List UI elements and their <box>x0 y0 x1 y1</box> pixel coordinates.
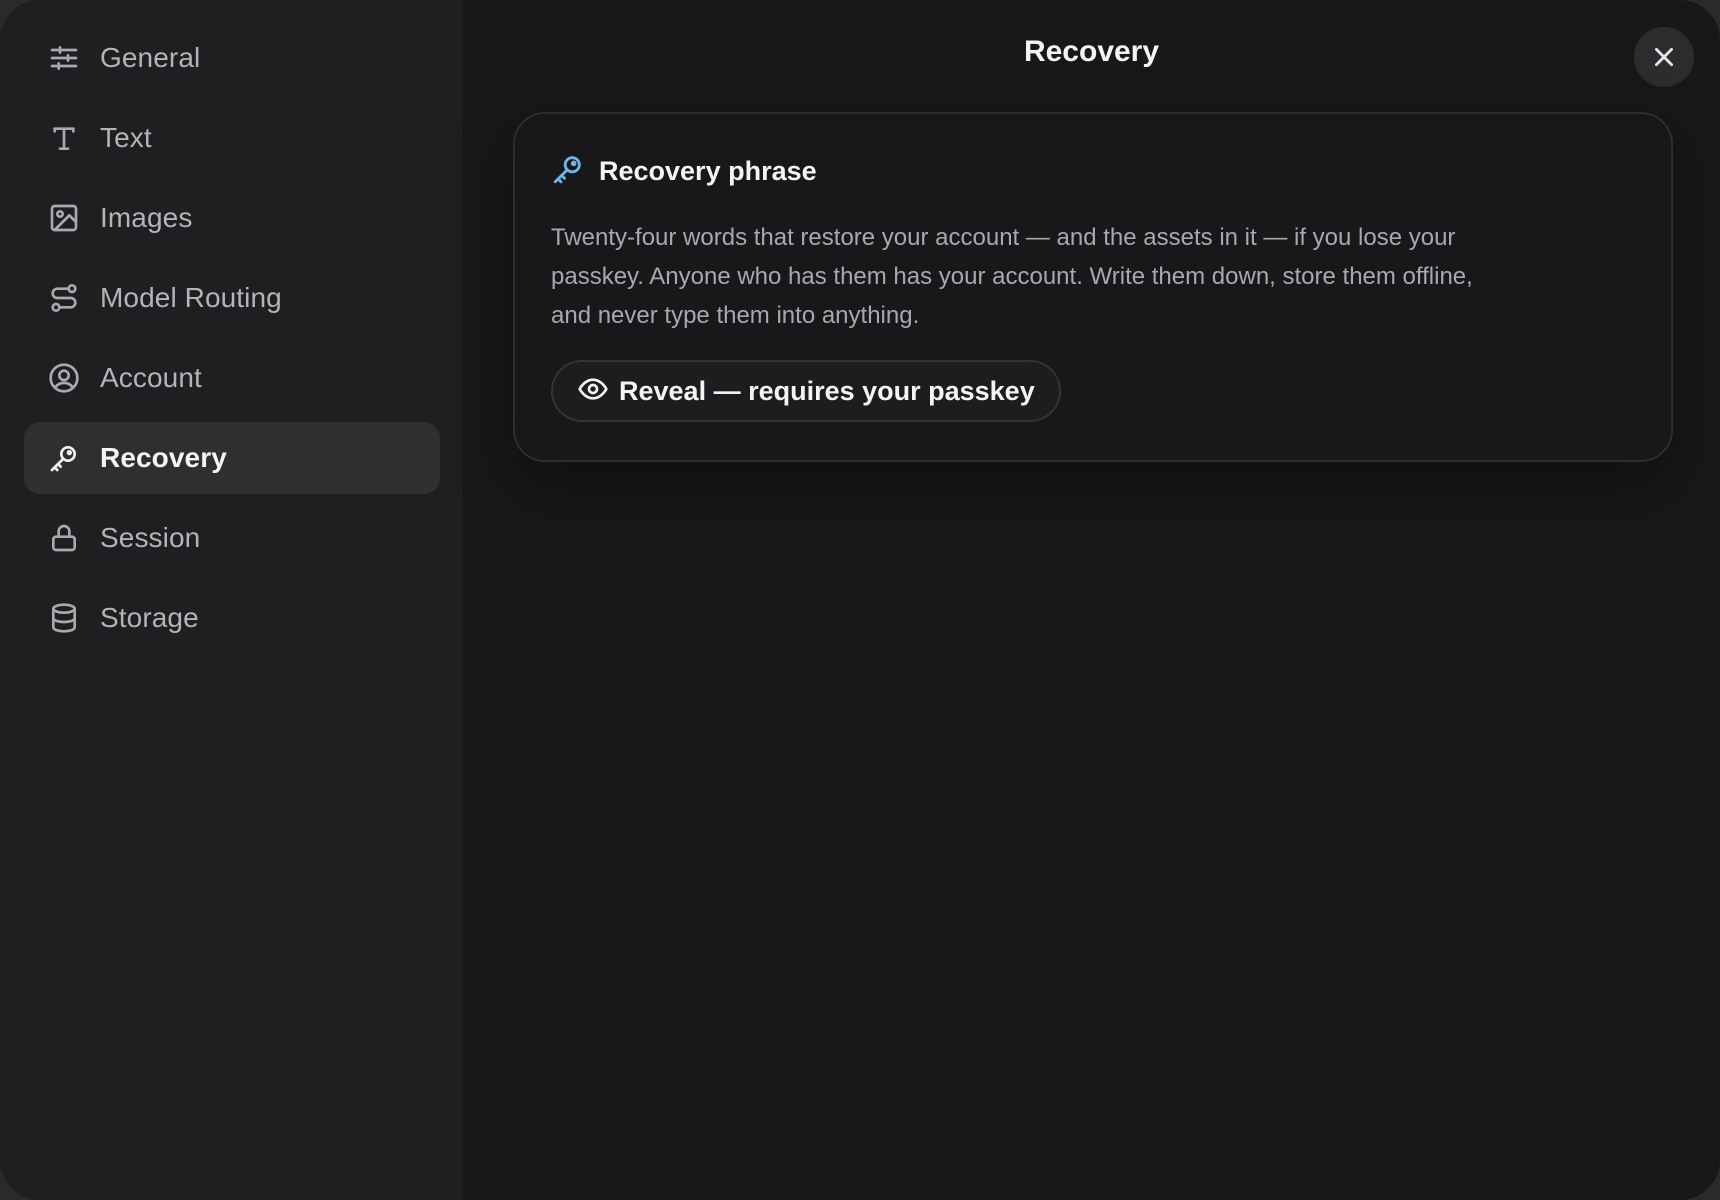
sidebar-item-label: Session <box>100 522 201 553</box>
sidebar-item-label: Recovery <box>100 442 227 473</box>
page-title: Recovery <box>1023 35 1160 68</box>
close-icon <box>1655 48 1673 66</box>
sidebar-item-text[interactable]: Text <box>24 102 440 174</box>
sidebar-item-label: General <box>100 42 201 73</box>
main-panel: Recovery Recovery phrase Twenty-four wor… <box>463 0 1720 1200</box>
settings-window: General Text Images Model Routing Accoun… <box>0 0 1720 1200</box>
image-icon <box>48 202 80 234</box>
sidebar-item-account[interactable]: Account <box>24 342 440 414</box>
sliders-icon <box>48 42 80 74</box>
lock-icon <box>48 522 80 554</box>
sidebar-item-label: Account <box>100 362 202 393</box>
sidebar-item-label: Storage <box>100 602 199 633</box>
database-icon <box>48 602 80 634</box>
recovery-phrase-card: Recovery phrase Twenty-four words that r… <box>513 112 1673 462</box>
card-description: Twenty-four words that restore your acco… <box>551 224 1473 329</box>
reveal-button[interactable]: Reveal — requires your passkey <box>551 360 1061 422</box>
sidebar-item-storage[interactable]: Storage <box>24 582 440 654</box>
sidebar-item-images[interactable]: Images <box>24 182 440 254</box>
user-circle-icon <box>48 362 80 394</box>
text-icon <box>48 122 80 154</box>
sidebar-item-general[interactable]: General <box>24 22 440 94</box>
card-header: Recovery phrase <box>551 152 817 191</box>
card-title: Recovery phrase <box>599 156 817 186</box>
close-button[interactable] <box>1634 27 1694 87</box>
sidebar-item-recovery[interactable]: Recovery <box>24 422 440 494</box>
route-icon <box>48 282 80 314</box>
sidebar-item-label: Images <box>100 202 193 233</box>
sidebar: General Text Images Model Routing Accoun… <box>0 0 463 1200</box>
key-icon <box>48 442 80 474</box>
eye-icon <box>577 373 609 410</box>
sidebar-item-label: Text <box>100 122 152 153</box>
sidebar-item-model-routing[interactable]: Model Routing <box>24 262 440 334</box>
sidebar-item-label: Model Routing <box>100 282 282 313</box>
sidebar-item-session[interactable]: Session <box>24 502 440 574</box>
reveal-button-label: Reveal — requires your passkey <box>619 375 1035 406</box>
key-icon <box>551 152 585 191</box>
